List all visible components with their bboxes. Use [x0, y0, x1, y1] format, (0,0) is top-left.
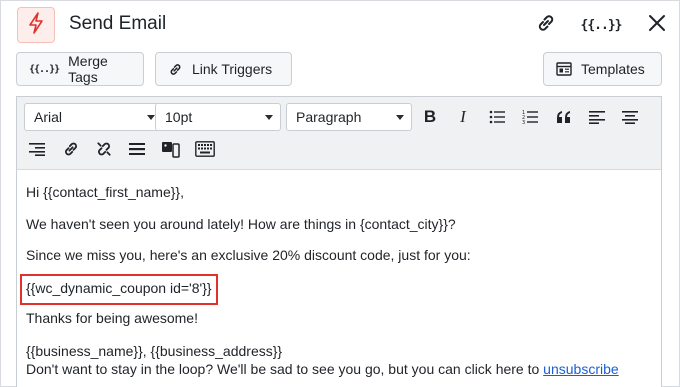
body-paragraph: Since we miss you, here's an exclusive 2…: [26, 247, 471, 263]
editor-toolbar: Arial 10pt Paragraph B I 1 2 3: [17, 97, 661, 170]
bullet-list-icon: [489, 110, 505, 124]
bullet-list-button[interactable]: [484, 104, 510, 130]
bold-button[interactable]: B: [417, 104, 443, 130]
action-type-badge: [17, 7, 55, 43]
block-format-select[interactable]: Paragraph: [286, 103, 412, 131]
close-button[interactable]: [642, 10, 672, 40]
image-icon: [162, 140, 180, 158]
blockquote-icon: [556, 110, 572, 124]
email-editor: Arial 10pt Paragraph B I 1 2 3 Hi {{cont…: [16, 96, 662, 387]
link-triggers-label: Link Triggers: [192, 61, 273, 77]
body-paragraph: We haven't seen you around lately! How a…: [26, 216, 456, 232]
page-title: Send Email: [69, 13, 167, 34]
unlink-button[interactable]: [91, 136, 117, 162]
link-icon: [62, 140, 80, 158]
blockquote-button[interactable]: [551, 104, 577, 130]
font-family-select[interactable]: Arial: [24, 103, 163, 131]
insert-image-button[interactable]: [158, 136, 184, 162]
align-left-button[interactable]: [584, 104, 610, 130]
italic-button[interactable]: I: [450, 104, 476, 130]
send-email-panel: Send Email {{..}} {{..}} Merge Tags Link…: [0, 0, 680, 387]
svg-text:3: 3: [522, 120, 525, 125]
font-family-value: Arial: [34, 109, 63, 125]
source-code-button[interactable]: [192, 136, 218, 162]
link-icon: [168, 62, 183, 77]
chevron-down-icon: [396, 115, 404, 120]
greeting-line: Hi {{contact_first_name}},: [26, 184, 184, 200]
business-info: {{business_name}}, {{business_address}}: [26, 343, 283, 359]
chevron-down-icon: [265, 115, 273, 120]
lightning-bolt-icon: [28, 11, 44, 39]
coupon-merge-tag: {{wc_dynamic_coupon id='8'}}: [26, 280, 212, 296]
insert-link-button[interactable]: [58, 136, 84, 162]
close-icon: [647, 13, 667, 38]
horizontal-line-button[interactable]: [124, 136, 150, 162]
font-size-value: 10pt: [165, 109, 193, 125]
block-format-value: Paragraph: [296, 109, 362, 125]
italic-icon: I: [460, 107, 466, 126]
horizontal-rule-icon: [129, 142, 145, 156]
align-right-icon: [29, 142, 45, 156]
footer-line: Don't want to stay in the loop? We'll be…: [26, 361, 619, 377]
align-left-icon: [589, 110, 605, 124]
link-icon: [535, 12, 557, 39]
bold-icon: B: [423, 107, 437, 126]
unsubscribe-link[interactable]: unsubscribe: [543, 361, 619, 377]
templates-label: Templates: [581, 61, 645, 77]
footer-text: Don't want to stay in the loop? We'll be…: [26, 361, 540, 377]
font-size-select[interactable]: 10pt: [155, 103, 281, 131]
chevron-down-icon: [147, 115, 155, 120]
numbered-list-icon: 123: [522, 109, 538, 125]
link-triggers-button[interactable]: Link Triggers: [155, 52, 292, 86]
templates-icon: [556, 62, 572, 76]
panel-header: Send Email {{..}}: [1, 1, 680, 49]
align-right-button[interactable]: [24, 136, 50, 162]
merge-tags-header-button[interactable]: {{..}}: [581, 10, 623, 40]
merge-tag-icon: {{..}}: [580, 17, 623, 33]
merge-tag-icon: {{..}}: [29, 63, 60, 75]
align-center-icon: [622, 110, 638, 124]
unlink-icon: [95, 140, 113, 158]
link-button[interactable]: [531, 10, 561, 40]
merge-tags-label: Merge Tags: [68, 53, 108, 85]
body-paragraph: Thanks for being awesome!: [26, 310, 198, 326]
keyboard-icon: [195, 141, 215, 157]
templates-button[interactable]: Templates: [543, 52, 662, 86]
align-center-button[interactable]: [617, 104, 643, 130]
numbered-list-button[interactable]: 123: [517, 104, 543, 130]
merge-tags-button[interactable]: {{..}} Merge Tags: [16, 52, 144, 86]
